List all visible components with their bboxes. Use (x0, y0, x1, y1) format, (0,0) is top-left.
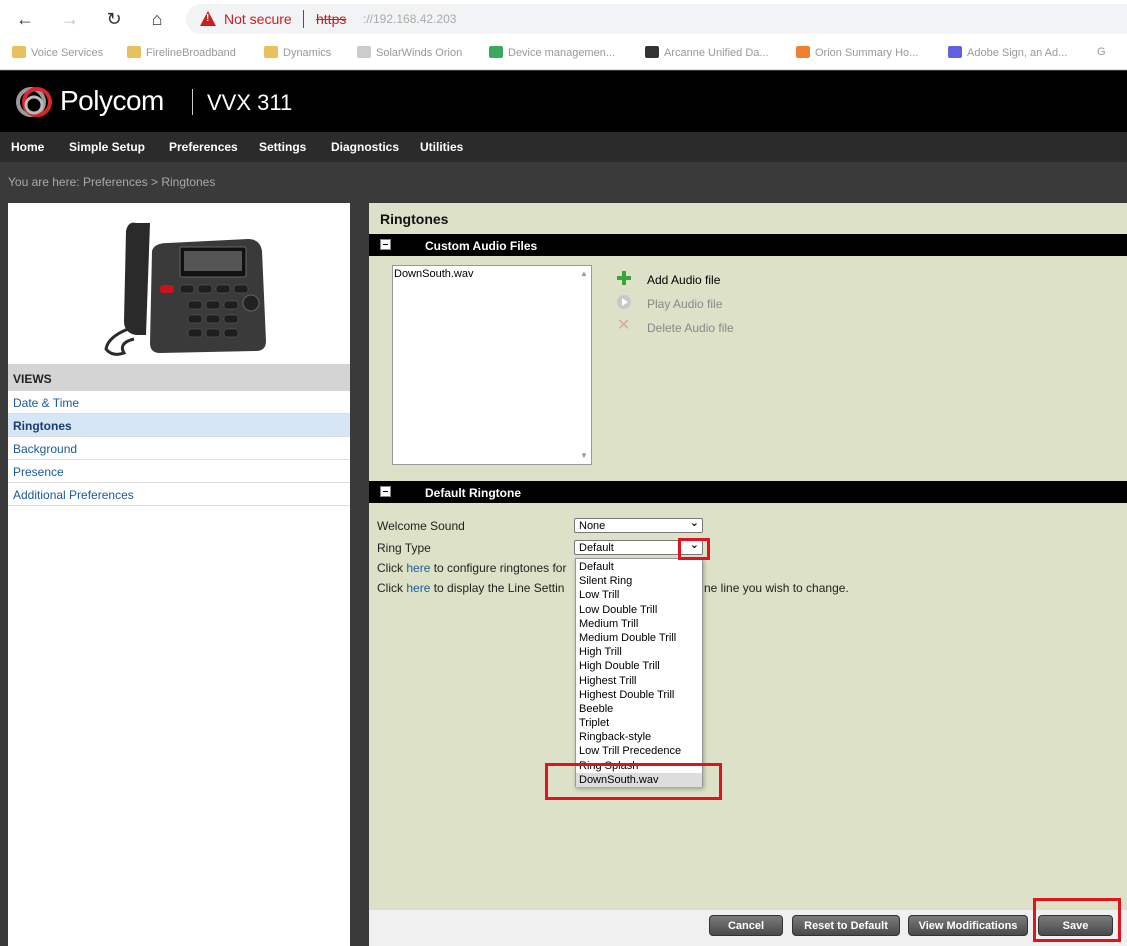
ring-option[interactable]: Medium Trill (576, 617, 702, 631)
folder-icon (12, 46, 26, 58)
ring-option[interactable]: Beeble (576, 702, 702, 716)
breadcrumb: You are here: Preferences > Ringtones (8, 175, 216, 189)
brand-name: Polycom (60, 85, 164, 116)
header-divider (192, 89, 193, 115)
annotation-highlight-downsouth-option (545, 763, 722, 800)
bookmark-item[interactable]: G (1097, 46, 1106, 62)
page-title: Ringtones (380, 211, 449, 227)
page-icon (357, 46, 371, 58)
views-panel: VIEWS Date & Time Ringtones Background P… (8, 203, 350, 946)
annotation-highlight-dropdown-arrow (678, 538, 710, 560)
configure-ringtones-link[interactable]: here (406, 561, 430, 575)
ring-option[interactable]: Silent Ring (576, 574, 702, 588)
home-icon[interactable]: ⌂ (146, 8, 168, 30)
menu-settings[interactable]: Settings (259, 140, 306, 154)
file-list-scrollbar[interactable]: ▲ ▼ (576, 266, 591, 464)
reset-to-default-button[interactable]: Reset to Default (792, 915, 900, 936)
back-icon[interactable]: ← (14, 8, 36, 30)
ring-option[interactable]: Default (576, 560, 702, 574)
reload-icon[interactable]: ↻ (103, 8, 125, 30)
security-indicator[interactable]: Not secure (224, 11, 292, 27)
line-settings-text-tail: ne line you wish to change. (704, 581, 849, 595)
menu-diagnostics[interactable]: Diagnostics (331, 140, 399, 154)
ring-option[interactable]: Medium Double Trill (576, 631, 702, 645)
view-modifications-button[interactable]: View Modifications (908, 915, 1028, 936)
configure-ringtones-text: Click here to configure ringtones for (377, 561, 567, 575)
ring-option[interactable]: Highest Trill (576, 674, 702, 688)
ring-option[interactable]: High Trill (576, 645, 702, 659)
custom-audio-section-header[interactable]: Custom Audio Files (369, 234, 1127, 256)
action-bar: Cancel Reset to Default View Modificatio… (369, 910, 1127, 946)
bookmark-item[interactable]: FirelineBroadband (127, 46, 236, 62)
ring-type-dropdown[interactable]: Default Silent Ring Low Trill Low Double… (575, 558, 703, 787)
views-heading: VIEWS (8, 364, 350, 391)
bookmark-item[interactable]: SolarWinds Orion (357, 46, 462, 62)
ring-option[interactable]: Low Trill (576, 588, 702, 602)
cancel-button[interactable]: Cancel (709, 915, 783, 936)
browser-toolbar: ← → ↻ ⌂ Not secure https ://192.168.42.2… (0, 0, 1127, 38)
views-item-presence[interactable]: Presence (8, 460, 350, 483)
url-scheme: https (316, 11, 347, 27)
folder-icon (127, 46, 141, 58)
scroll-down-icon[interactable]: ▼ (580, 451, 588, 460)
ring-option[interactable]: Low Trill Precedence (576, 744, 702, 758)
line-settings-link[interactable]: here (406, 581, 430, 595)
app-header: Polycom VVX 311 (0, 71, 1127, 132)
play-icon (617, 295, 631, 309)
orion-icon (796, 46, 810, 58)
folder-icon (264, 46, 278, 58)
audio-file-list[interactable]: DownSouth.wav ▲ ▼ (392, 265, 592, 465)
line-settings-text: Click here to display the Line Settin (377, 581, 565, 595)
collapse-icon[interactable] (380, 239, 391, 250)
views-item-ringtones[interactable]: Ringtones (8, 414, 350, 437)
ring-type-label: Ring Type (377, 541, 431, 555)
url-host: ://192.168.42.203 (363, 12, 457, 26)
welcome-sound-select[interactable]: None ⌄ (574, 517, 703, 533)
scroll-up-icon[interactable]: ▲ (580, 269, 588, 278)
menu-preferences[interactable]: Preferences (169, 140, 238, 154)
bookmarks-bar: Voice Services FirelineBroadband Dynamic… (0, 38, 1127, 70)
chevron-down-icon: ⌄ (689, 517, 699, 529)
phone-image (104, 222, 266, 356)
views-item-background[interactable]: Background (8, 437, 350, 460)
plus-icon (617, 271, 631, 285)
model-name: VVX 311 (207, 90, 293, 115)
ring-option[interactable]: Ringback-style (576, 730, 702, 744)
bookmark-item[interactable]: Arcanne Unified Da... (645, 46, 769, 62)
views-item-additional-preferences[interactable]: Additional Preferences (8, 483, 350, 506)
menu-simple-setup[interactable]: Simple Setup (69, 140, 145, 154)
warning-icon (200, 11, 216, 26)
polycom-logo-icon (16, 87, 52, 117)
bookmark-item[interactable]: Dynamics (264, 46, 331, 62)
bookmark-item[interactable]: Device managemen... (489, 46, 615, 62)
welcome-sound-label: Welcome Sound (377, 519, 465, 533)
audio-file-item[interactable]: DownSouth.wav (394, 268, 474, 280)
annotation-highlight-save-button (1033, 898, 1121, 942)
default-ringtone-section-header[interactable]: Default Ringtone (369, 481, 1127, 503)
forward-icon[interactable]: → (59, 8, 81, 30)
bookmark-item[interactable]: Adobe Sign, an Ad... (948, 46, 1067, 62)
delete-icon: ✕ (617, 317, 631, 334)
ring-option[interactable]: Triplet (576, 716, 702, 730)
ring-option[interactable]: High Double Trill (576, 659, 702, 673)
views-item-date-time[interactable]: Date & Time (8, 391, 350, 414)
main-menu: Home Simple Setup Preferences Settings D… (0, 132, 1127, 162)
arcanne-icon (645, 46, 659, 58)
bookmark-item[interactable]: Orion Summary Ho... (796, 46, 918, 62)
address-divider (303, 10, 304, 28)
main-content: Ringtones Custom Audio Files DownSouth.w… (369, 203, 1127, 910)
menu-utilities[interactable]: Utilities (420, 140, 463, 154)
ring-option[interactable]: Highest Double Trill (576, 688, 702, 702)
address-bar[interactable]: Not secure https ://192.168.42.203 (186, 4, 1127, 34)
bookmark-item[interactable]: Voice Services (12, 46, 103, 62)
collapse-icon[interactable] (380, 486, 391, 497)
ring-option[interactable]: Low Double Trill (576, 603, 702, 617)
menu-home[interactable]: Home (11, 140, 44, 154)
adobe-sign-icon (948, 46, 962, 58)
device-icon (489, 46, 503, 58)
